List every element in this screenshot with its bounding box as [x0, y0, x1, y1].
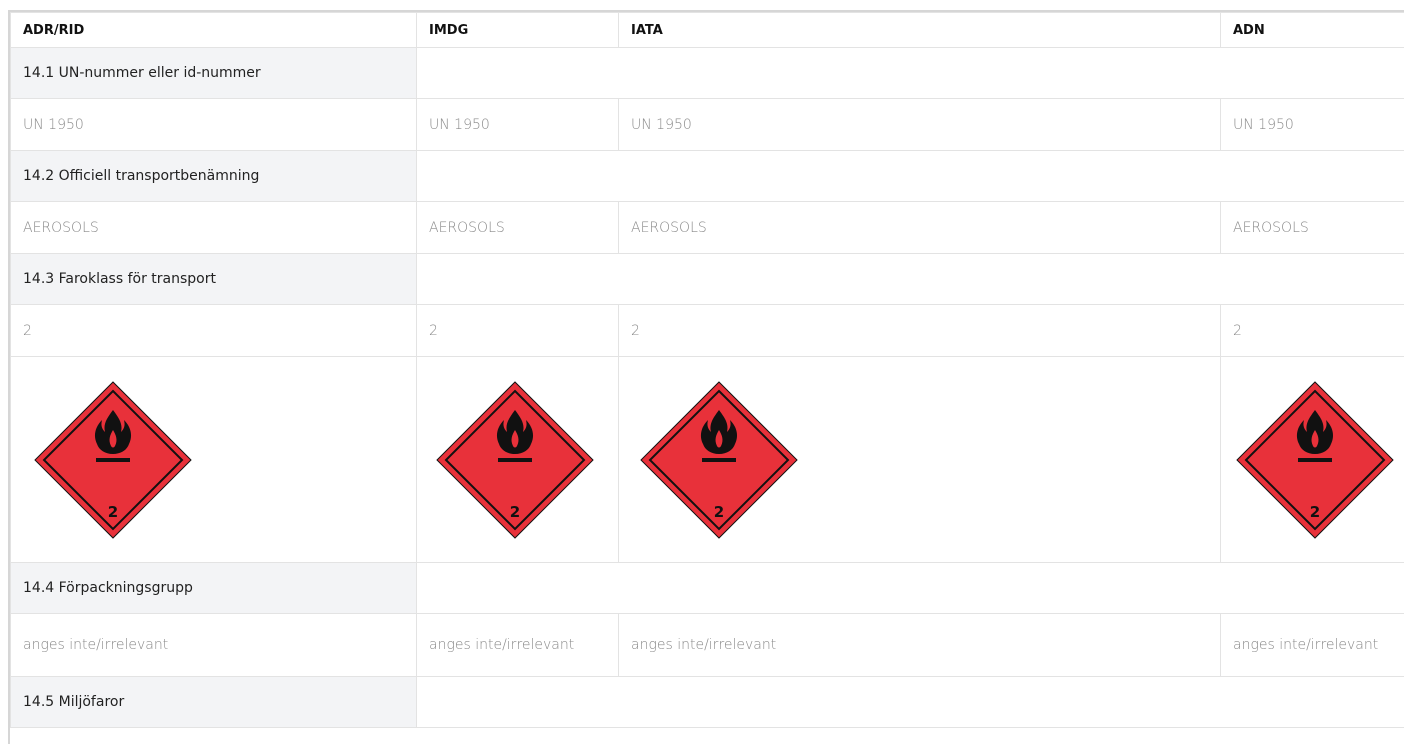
header-iata: IATA — [618, 12, 1221, 48]
class-number: 2 — [108, 503, 118, 521]
pictogram-row: 2 2 2 2 — [10, 356, 1404, 563]
section-spacer — [416, 562, 1404, 614]
value-iata: anges inte/irrelevant — [618, 613, 1221, 677]
value-imdg: UN 1950 — [416, 98, 619, 151]
value-adn: 2 — [1220, 304, 1404, 357]
value-iata: UN 1950 — [618, 98, 1221, 151]
value-adr-rid: 2 — [10, 304, 417, 357]
pictogram-cell-adr-rid: 2 — [10, 356, 417, 563]
section-spacer — [416, 253, 1404, 305]
transport-info-container: ADR/RID IMDG IATA ADN 14.1 UN-nummer ell… — [8, 10, 1404, 744]
flammable-gas-class-2-pictogram: 2 — [640, 380, 798, 539]
value-adn: AEROSOLS — [1220, 201, 1404, 254]
flammable-gas-class-2-pictogram: 2 — [1236, 380, 1394, 539]
section-row-un-number: 14.1 UN-nummer eller id-nummer — [10, 47, 1404, 99]
section-title-hazard-class: 14.3 Faroklass för transport — [10, 253, 417, 305]
section-title-packing-group: 14.4 Förpackningsgrupp — [10, 562, 417, 614]
flammable-gas-class-2-pictogram: 2 — [436, 380, 594, 539]
section-row-hazard-class: 14.3 Faroklass för transport — [10, 253, 1404, 305]
flammable-gas-class-2-pictogram: 2 — [34, 380, 192, 539]
section-title-un-number: 14.1 UN-nummer eller id-nummer — [10, 47, 417, 99]
section-spacer — [416, 150, 1404, 202]
value-adr-rid: anges inte/irrelevant — [10, 613, 417, 677]
pictogram-cell-iata: 2 — [618, 356, 1221, 563]
section-title-environmental: 14.5 Miljöfaror — [10, 676, 417, 728]
value-row-hazard-class: 2 2 2 2 — [10, 304, 1404, 357]
value-row-packing-group: anges inte/irrelevant anges inte/irrelev… — [10, 613, 1404, 677]
section-spacer — [416, 676, 1404, 728]
value-imdg: 2 — [416, 304, 619, 357]
value-adn: anges inte/irrelevant — [1220, 613, 1404, 677]
section-row-environmental: 14.5 Miljöfaror — [10, 676, 1404, 728]
value-imdg: anges inte/irrelevant — [416, 613, 619, 677]
class-number: 2 — [510, 503, 520, 521]
section-row-shipping-name: 14.2 Officiell transportbenämning — [10, 150, 1404, 202]
section-title-shipping-name: 14.2 Officiell transportbenämning — [10, 150, 417, 202]
value-adr-rid: AEROSOLS — [10, 201, 417, 254]
class-number: 2 — [1310, 503, 1320, 521]
value-adr-rid: UN 1950 — [10, 98, 417, 151]
section-spacer — [416, 47, 1404, 99]
transport-table: ADR/RID IMDG IATA ADN 14.1 UN-nummer ell… — [10, 12, 1404, 728]
value-iata: 2 — [618, 304, 1221, 357]
header-adn: ADN — [1220, 12, 1404, 48]
value-imdg: AEROSOLS — [416, 201, 619, 254]
header-row: ADR/RID IMDG IATA ADN — [10, 12, 1404, 48]
class-number: 2 — [714, 503, 724, 521]
value-row-shipping-name: AEROSOLS AEROSOLS AEROSOLS AEROSOLS — [10, 201, 1404, 254]
section-row-packing-group: 14.4 Förpackningsgrupp — [10, 562, 1404, 614]
pictogram-cell-adn: 2 — [1220, 356, 1404, 563]
pictogram-cell-imdg: 2 — [416, 356, 619, 563]
value-row-un-number: UN 1950 UN 1950 UN 1950 UN 1950 — [10, 98, 1404, 151]
header-imdg: IMDG — [416, 12, 619, 48]
header-adr-rid: ADR/RID — [10, 12, 417, 48]
value-adn: UN 1950 — [1220, 98, 1404, 151]
value-iata: AEROSOLS — [618, 201, 1221, 254]
